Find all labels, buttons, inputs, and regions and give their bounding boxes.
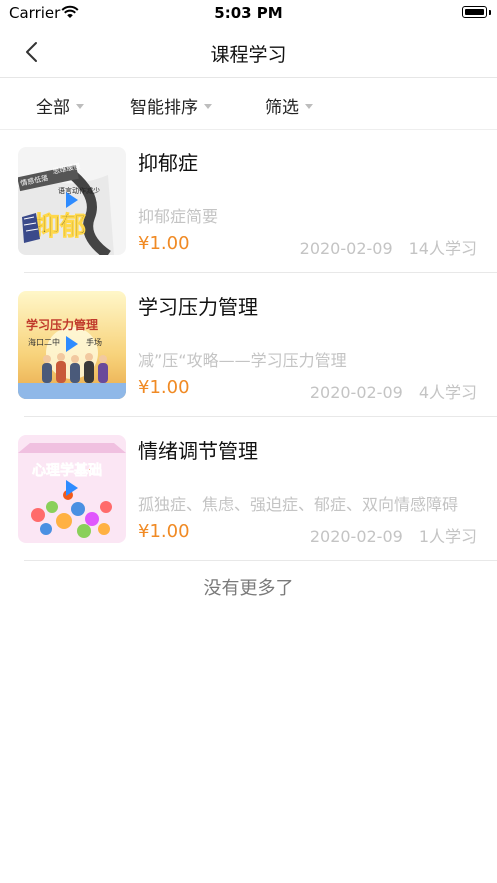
- course-description: 减”压“攻略——学习压力管理: [138, 351, 347, 370]
- play-icon[interactable]: [66, 480, 78, 496]
- filter-screen-label: 筛选: [265, 98, 299, 118]
- chevron-down-icon: [305, 104, 313, 109]
- learner-count: 14人学习: [408, 239, 477, 258]
- course-title: 情绪调节管理: [138, 439, 258, 463]
- status-bar: Carrier 5:03 PM: [0, 0, 497, 26]
- chevron-down-icon: [204, 104, 212, 109]
- course-meta: 2020-02-09 4人学习: [310, 379, 477, 403]
- course-meta: 2020-02-09 1人学习: [310, 523, 477, 547]
- page-title: 课程学习: [210, 44, 287, 66]
- course-thumbnail: 学习压力管理 海口二中 手场: [18, 291, 126, 399]
- battery-cap: [489, 10, 491, 15]
- course-thumbnail: 心理学基础: [18, 435, 126, 543]
- course-price: ¥1.00: [138, 377, 190, 398]
- course-date: 2020-02-09: [299, 239, 393, 258]
- play-icon[interactable]: [66, 336, 78, 352]
- course-description: 抑郁症简要: [138, 207, 219, 226]
- filter-sort-label: 智能排序: [130, 98, 198, 118]
- filter-sort[interactable]: 智能排序: [130, 93, 212, 118]
- battery-icon: [462, 6, 487, 18]
- course-title: 抑郁症: [138, 151, 198, 175]
- course-date: 2020-02-09: [309, 383, 403, 402]
- course-price: ¥1.00: [138, 521, 190, 542]
- course-meta: 2020-02-09 14人学习: [300, 235, 477, 259]
- learner-count: 1人学习: [418, 527, 477, 546]
- learner-count: 4人学习: [418, 383, 477, 402]
- nav-bar: 课程学习: [0, 26, 497, 78]
- status-time: 5:03 PM: [214, 4, 283, 22]
- thumb-text: 抑郁: [34, 212, 86, 242]
- course-item[interactable]: 学习压力管理 海口二中 手场 学习压力管理 减”压“攻略——学习压力管理 ¥1.…: [0, 273, 497, 417]
- course-item[interactable]: 心理学基础 情绪调节管理 孤独症、焦虑、强迫症、郁症、双向情感障碍 ¥1.00 …: [0, 417, 497, 561]
- filter-bar: 全部 智能排序 筛选: [0, 78, 497, 130]
- divider: [24, 560, 497, 561]
- course-description: 孤独症、焦虑、强迫症、郁症、双向情感障碍: [138, 495, 459, 514]
- thumb-text: 海口二中: [28, 337, 60, 347]
- course-title: 学习压力管理: [138, 295, 258, 319]
- course-price: ¥1.00: [138, 233, 190, 254]
- filter-all[interactable]: 全部: [36, 93, 84, 118]
- thumb-text: 心理学基础: [32, 462, 102, 479]
- course-thumbnail: 情感低落 思维缓慢 语言动作减少 抑郁: [18, 147, 126, 255]
- no-more-label: 没有更多了: [203, 578, 294, 599]
- thumb-text: 学习压力管理: [26, 317, 98, 332]
- filter-screen[interactable]: 筛选: [265, 93, 313, 118]
- course-item[interactable]: 情感低落 思维缓慢 语言动作减少 抑郁 抑郁症 抑郁症简要 ¥1.00 2020…: [0, 129, 497, 273]
- play-icon[interactable]: [66, 192, 78, 208]
- filter-all-label: 全部: [36, 98, 70, 118]
- chevron-down-icon: [76, 104, 84, 109]
- thumb-text: 手场: [86, 337, 102, 347]
- thumb-text: 语言动作减少: [58, 186, 100, 195]
- course-date: 2020-02-09: [309, 527, 403, 546]
